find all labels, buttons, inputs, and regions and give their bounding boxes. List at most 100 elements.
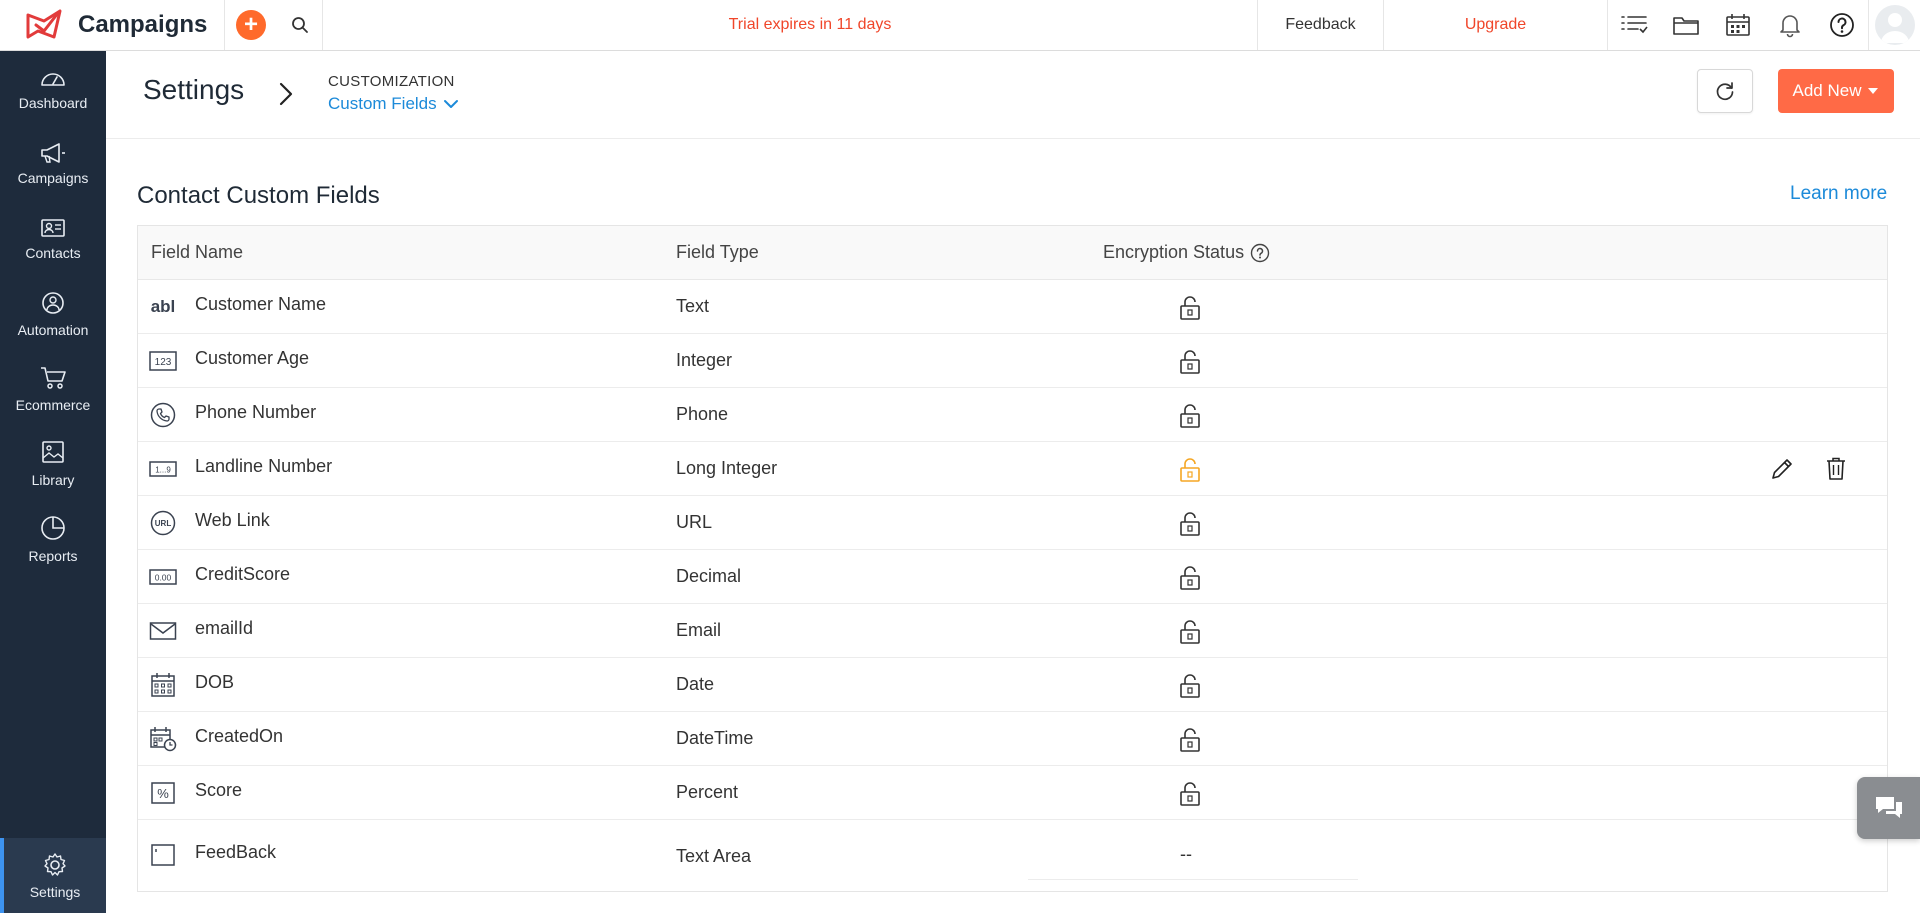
sidebar-item-ecommerce[interactable]: Ecommerce [0,351,106,426]
learn-more-link[interactable]: Learn more [1790,183,1887,205]
upgrade-link[interactable]: Upgrade [1384,0,1608,50]
svg-text:%: % [157,786,169,801]
help-button[interactable] [1816,0,1868,50]
top-icon-group [1608,0,1920,50]
unlock-icon[interactable] [1176,618,1204,646]
column-header-label: Encryption Status [1103,242,1245,262]
sidebar-item-dashboard[interactable]: Dashboard [0,51,106,126]
table-header: Field Name Field Type Encryption Status [138,226,1887,280]
automation-icon [42,291,64,314]
unlock-icon[interactable] [1176,672,1204,700]
field-type: Date [676,674,715,694]
chat-icon [1875,797,1902,818]
table-row[interactable]: % Score Percent [138,766,1887,820]
folder-icon [1673,17,1699,35]
field-name: CreatedOn [195,726,284,746]
sidebar-item-settings[interactable]: Settings [0,838,106,913]
page-title: Settings [143,74,245,105]
table-row[interactable]: DOB Date [138,658,1887,712]
delete-button[interactable] [1822,455,1850,483]
campaigns-logo-icon [26,9,62,39]
sidebar-item-contacts[interactable]: Contacts [0,201,106,276]
svg-text:0.00: 0.00 [155,573,172,583]
sidebar-item-library[interactable]: Library [0,426,106,501]
field-name: emailId [195,618,254,638]
edit-button[interactable] [1768,455,1796,483]
breadcrumb-section: CUSTOMIZATION [328,73,455,90]
unlock-icon[interactable] [1176,780,1204,808]
table-row[interactable]: emailId Email [138,604,1887,658]
sidebar-item-label: Dashboard [18,94,88,111]
image-library-icon [42,440,64,463]
datetime-icon [149,726,177,752]
app-name: Campaigns [78,11,208,38]
table-row[interactable]: URL Web Link URL [138,496,1887,550]
field-name: Phone Number [195,402,317,422]
page-header: Settings CUSTOMIZATION Custom Fields Add… [106,51,1920,139]
field-type: DateTime [676,728,754,748]
sidebar-item-label: Ecommerce [15,396,91,413]
sidebar-item-campaigns[interactable]: Campaigns [0,126,106,201]
text-abl-icon: abl [150,297,176,316]
table-row[interactable]: abl Customer Name Text [138,280,1887,334]
trial-notice: Trial expires in 11 days [323,0,1258,50]
table-row[interactable]: FeedBack Text Area -- [138,820,1887,892]
table-row[interactable]: 1...9 Landline Number Long Integer [138,442,1887,496]
unlock-icon[interactable] [1176,726,1204,754]
quick-add-button[interactable]: + [225,0,277,50]
list-icon [1621,16,1648,34]
top-bar: Campaigns + Trial expires in 11 days Fee… [0,0,1920,51]
chat-support-button[interactable] [1857,777,1920,839]
calendar-button[interactable] [1712,0,1764,50]
field-type: Integer [676,350,733,370]
lists-button[interactable] [1608,0,1660,50]
caret-down-icon [1868,88,1879,94]
table-row[interactable]: Phone Number Phone [138,388,1887,442]
sidebar-item-automation[interactable]: Automation [0,276,106,351]
column-header-encryption: Encryption Status [1103,242,1270,263]
sidebar-item-label: Contacts [25,244,81,261]
table-row[interactable]: 0.00 CreditScore Decimal [138,550,1887,604]
unlock-icon[interactable] [1176,402,1204,430]
long-integer-icon: 1...9 [149,456,177,482]
section-title: Contact Custom Fields [137,182,380,209]
pie-chart-icon [41,515,65,540]
unlock-icon[interactable] [1176,456,1204,484]
field-name: Customer Age [195,348,310,368]
sidebar-item-label: Library [31,471,75,488]
search-button[interactable] [277,0,323,50]
column-header-field-name: Field Name [151,242,244,262]
unlock-icon[interactable] [1176,294,1204,322]
brand[interactable]: Campaigns [0,0,225,50]
contact-card-icon [41,218,65,237]
field-name: Customer Name [195,294,327,314]
sidebar-item-label: Campaigns [17,169,89,186]
textarea-icon [149,842,177,868]
breadcrumb-page: Custom Fields [328,94,437,113]
help-icon [1830,13,1854,37]
date-icon [149,672,177,698]
add-new-button[interactable]: Add New [1778,69,1894,113]
unlock-icon[interactable] [1176,564,1204,592]
table-row[interactable]: 123 Customer Age Integer [138,334,1887,388]
files-button[interactable] [1660,0,1712,50]
help-icon[interactable] [1250,243,1270,263]
chevron-down-icon [443,100,458,108]
unlock-icon[interactable] [1176,348,1204,376]
notifications-button[interactable] [1764,0,1816,50]
sidebar-item-label: Settings [29,883,81,900]
divider [1028,879,1358,880]
row-actions [1768,455,1850,483]
pencil-icon [1772,459,1792,479]
svg-text:1...9: 1...9 [155,466,171,475]
breadcrumb-dropdown[interactable]: Custom Fields [328,94,459,114]
refresh-button[interactable] [1697,69,1753,113]
megaphone-icon [41,142,65,163]
bell-icon [1780,15,1800,38]
sidebar-item-reports[interactable]: Reports [0,501,106,576]
percent-icon: % [149,780,177,806]
feedback-link[interactable]: Feedback [1258,0,1384,50]
unlock-icon[interactable] [1176,510,1204,538]
user-avatar-button[interactable] [1868,0,1920,50]
table-row[interactable]: CreatedOn DateTime [138,712,1887,766]
